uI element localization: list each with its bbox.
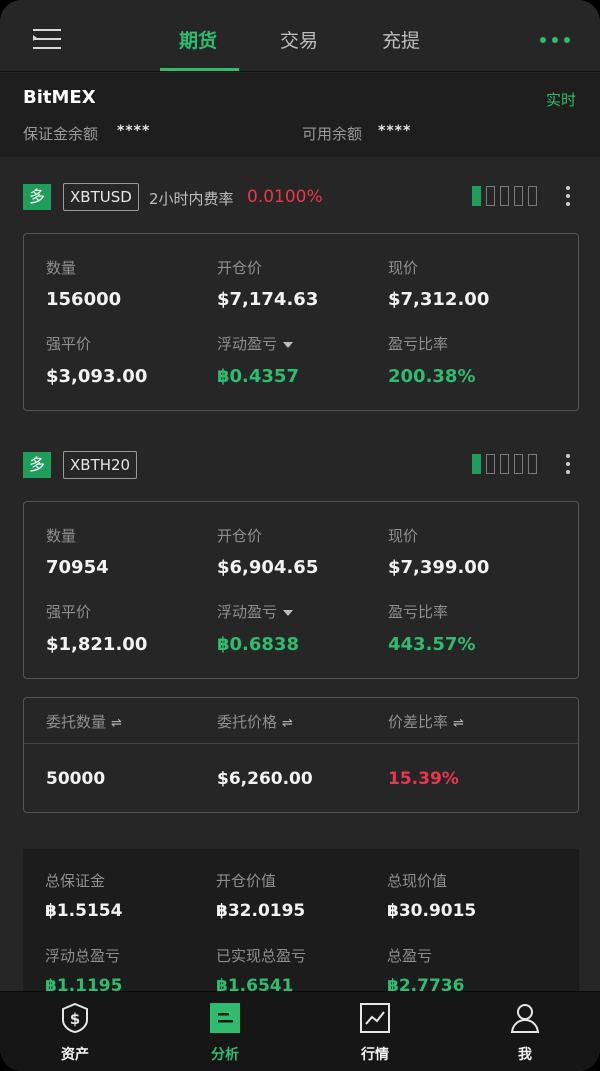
funding-rate-label: 2小时内费率 bbox=[149, 190, 234, 208]
margin-balance-label: 保证金余额 bbox=[23, 125, 99, 143]
entry-price-label: 开仓价 bbox=[217, 527, 263, 545]
pnl-label-text: 浮动盈亏 bbox=[217, 603, 278, 621]
order-qty-value: 50000 bbox=[46, 769, 106, 789]
position-header: 多 XBTH20 bbox=[0, 448, 600, 488]
caret-down-icon bbox=[283, 341, 294, 348]
entry-price-label: 开仓价 bbox=[217, 259, 263, 277]
app-root: 期货 交易 充提 BitMEX 实时 保证金余额 **** 可用余额 **** … bbox=[0, 0, 600, 1071]
symbol-tag[interactable]: XBTUSD bbox=[63, 183, 139, 211]
order-qty-label[interactable]: 委托数量 ⇌ bbox=[46, 711, 122, 732]
totals-summary: 总保证金 ฿1.5154 开仓价值 ฿32.0195 总现价值 ฿30.9015… bbox=[23, 849, 579, 999]
liq-price-value: $3,093.00 bbox=[46, 366, 148, 387]
qty-value: 156000 bbox=[46, 289, 122, 310]
pnl-label[interactable]: 浮动盈亏 bbox=[217, 601, 294, 622]
roe-label: 盈亏比率 bbox=[388, 335, 449, 353]
available-balance-label: 可用余额 bbox=[302, 125, 363, 143]
leverage-indicator bbox=[472, 454, 542, 474]
more-icon[interactable] bbox=[540, 37, 570, 43]
total-pnl-label: 总盈亏 bbox=[387, 947, 433, 965]
pnl-label[interactable]: 浮动盈亏 bbox=[217, 333, 294, 354]
order-price-label[interactable]: 委托价格 ⇌ bbox=[217, 711, 293, 732]
position-card: 数量 70954 开仓价 $6,904.65 现价 $7,399.00 强平价 … bbox=[23, 501, 579, 679]
available-balance-value: **** bbox=[378, 123, 412, 139]
tab-trade[interactable]: 交易 bbox=[280, 26, 318, 53]
margin-balance-value: **** bbox=[117, 123, 151, 139]
entry-price-value: $7,174.63 bbox=[217, 289, 319, 310]
qty-value: 70954 bbox=[46, 557, 109, 578]
tab-deposit-withdraw[interactable]: 充提 bbox=[382, 26, 420, 53]
swap-icon: ⇌ bbox=[282, 716, 293, 731]
caret-down-icon bbox=[283, 609, 294, 616]
order-card: 委托数量 ⇌ 委托价格 ⇌ 价差比率 ⇌ 50000 $6,260.00 15.39% bbox=[23, 697, 579, 813]
order-price-value: $6,260.00 bbox=[217, 769, 313, 789]
mark-value-label: 总现价值 bbox=[387, 872, 448, 890]
liq-price-label: 强平价 bbox=[46, 335, 92, 353]
swap-icon: ⇌ bbox=[453, 716, 464, 731]
entry-value-label: 开仓价值 bbox=[216, 872, 277, 890]
svg-text:$: $ bbox=[70, 1010, 80, 1028]
bottom-nav-analysis[interactable]: 分析 bbox=[175, 1002, 275, 1066]
bottom-nav-label: 行情 bbox=[361, 1047, 389, 1063]
entry-value: ฿32.0195 bbox=[216, 901, 306, 921]
bottom-nav: $ 资产 分析 行情 我 bbox=[0, 991, 600, 1071]
exchange-name[interactable]: BitMEX bbox=[23, 87, 96, 108]
top-nav: 期货 交易 充提 bbox=[0, 0, 600, 72]
swap-icon: ⇌ bbox=[111, 716, 122, 731]
analysis-icon bbox=[210, 1003, 240, 1033]
liq-price-label: 强平价 bbox=[46, 603, 92, 621]
order-price-label-text: 委托价格 bbox=[217, 713, 278, 731]
pnl-value: ฿0.6838 bbox=[217, 634, 299, 655]
position-header: 多 XBTUSD 2小时内费率 0.0100% bbox=[0, 180, 600, 220]
tab-futures[interactable]: 期货 bbox=[179, 26, 217, 53]
qty-label: 数量 bbox=[46, 259, 77, 277]
roe-label: 盈亏比率 bbox=[388, 603, 449, 621]
account-summary: BitMEX 实时 保证金余额 **** 可用余额 **** bbox=[0, 73, 600, 157]
total-margin-value: ฿1.5154 bbox=[45, 901, 123, 921]
spread-label[interactable]: 价差比率 ⇌ bbox=[388, 711, 464, 732]
mark-price-label: 现价 bbox=[388, 527, 419, 545]
position-menu-icon[interactable] bbox=[565, 454, 571, 476]
spread-label-text: 价差比率 bbox=[388, 713, 449, 731]
leverage-indicator bbox=[472, 186, 542, 206]
menu-icon[interactable] bbox=[33, 27, 61, 51]
bottom-nav-label: 资产 bbox=[61, 1047, 89, 1063]
realized-pnl-label: 已实现总盈亏 bbox=[216, 947, 307, 965]
chart-icon bbox=[360, 1003, 390, 1033]
mark-price-value: $7,312.00 bbox=[388, 289, 490, 310]
dollar-shield-icon: $ bbox=[62, 1002, 88, 1034]
long-side-badge: 多 bbox=[23, 452, 51, 478]
mark-price-label: 现价 bbox=[388, 259, 419, 277]
total-margin-label: 总保证金 bbox=[45, 872, 106, 890]
unrealized-pnl-label: 浮动总盈亏 bbox=[45, 947, 121, 965]
bottom-nav-assets[interactable]: $ 资产 bbox=[25, 1002, 125, 1066]
divider bbox=[24, 743, 578, 744]
user-icon bbox=[510, 1004, 540, 1033]
bottom-nav-market[interactable]: 行情 bbox=[325, 1002, 425, 1066]
realtime-toggle[interactable]: 实时 bbox=[546, 89, 576, 110]
active-tab-indicator bbox=[160, 68, 239, 71]
funding-rate-value: 0.0100% bbox=[247, 187, 323, 207]
order-qty-label-text: 委托数量 bbox=[46, 713, 107, 731]
position-menu-icon[interactable] bbox=[565, 186, 571, 208]
symbol-tag[interactable]: XBTH20 bbox=[63, 451, 138, 479]
pnl-label-text: 浮动盈亏 bbox=[217, 335, 278, 353]
bottom-nav-me[interactable]: 我 bbox=[475, 1002, 575, 1066]
bottom-nav-label: 我 bbox=[518, 1047, 532, 1063]
pnl-value: ฿0.4357 bbox=[217, 366, 299, 387]
long-side-badge: 多 bbox=[23, 184, 51, 210]
mark-value: ฿30.9015 bbox=[387, 901, 477, 921]
liq-price-value: $1,821.00 bbox=[46, 634, 148, 655]
roe-value: 200.38% bbox=[388, 366, 476, 387]
bottom-nav-label: 分析 bbox=[211, 1047, 239, 1063]
entry-price-value: $6,904.65 bbox=[217, 557, 319, 578]
qty-label: 数量 bbox=[46, 527, 77, 545]
mark-price-value: $7,399.00 bbox=[388, 557, 490, 578]
roe-value: 443.57% bbox=[388, 634, 476, 655]
position-card: 数量 156000 开仓价 $7,174.63 现价 $7,312.00 强平价… bbox=[23, 233, 579, 411]
spread-value: 15.39% bbox=[388, 769, 459, 789]
